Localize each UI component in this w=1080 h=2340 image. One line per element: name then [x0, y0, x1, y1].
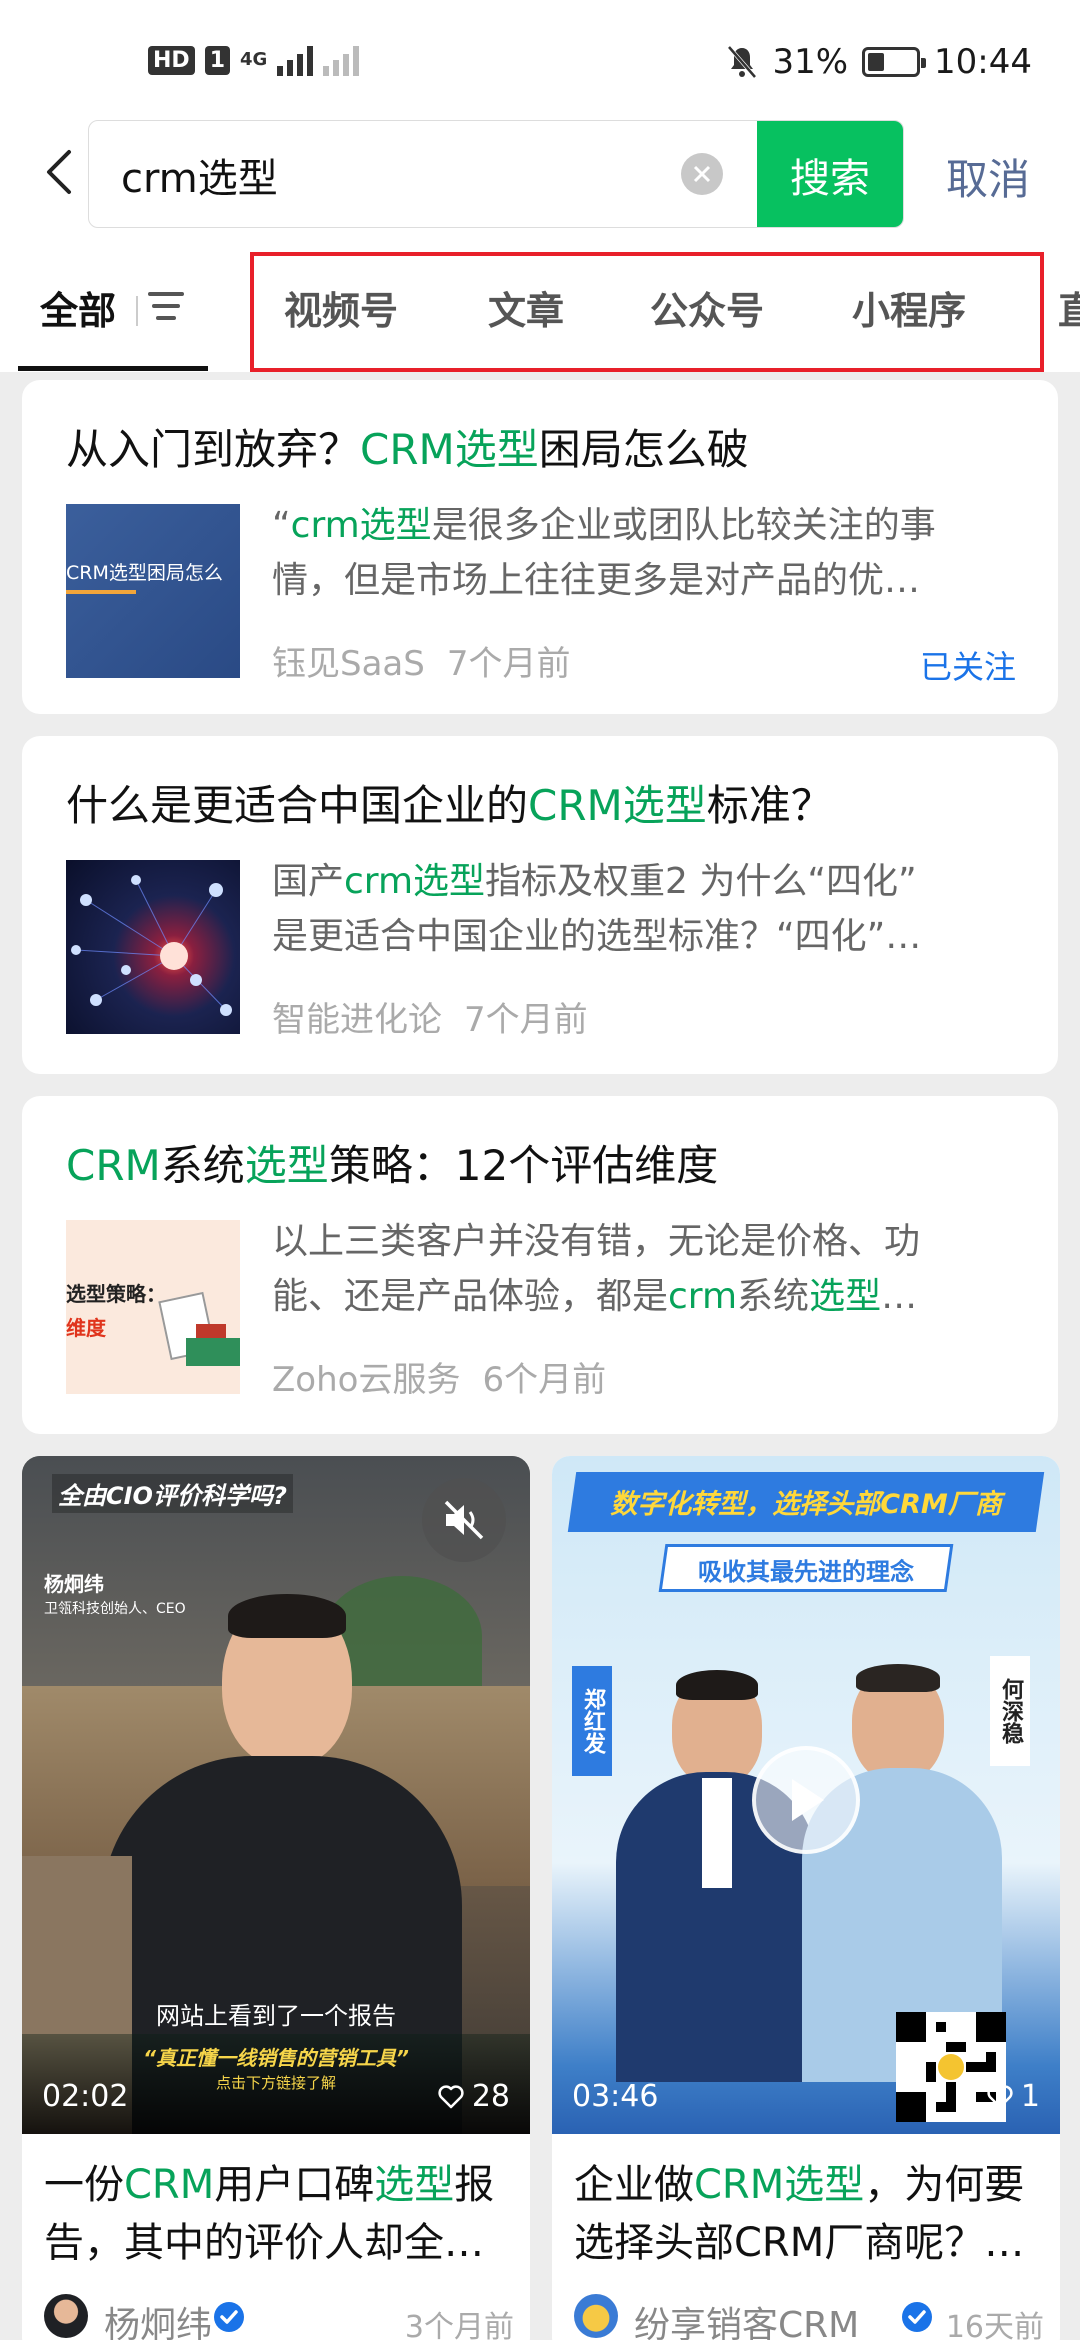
battery-percent: 31% — [772, 42, 849, 82]
cancel-button[interactable]: 取消 — [946, 146, 1030, 207]
verified-badge-icon — [214, 2302, 244, 2332]
annotation-highlight-box — [250, 252, 1044, 372]
article-thumbnail: 选型策略： 维度 — [66, 1220, 240, 1394]
filter-tabs: 全部 视频号 文章 公众号 小程序 直 — [0, 240, 1080, 372]
article-source: 钰见SaaS — [272, 644, 425, 684]
article-snippet: 以上三类客户并没有错，无论是价格、功 能、还是产品体验，都是crm系统选型… — [272, 1221, 921, 1317]
video-author[interactable]: 杨炯纬 — [104, 2296, 212, 2340]
search-box: 搜索 — [88, 120, 904, 228]
clear-search-button[interactable] — [681, 153, 723, 195]
clock: 10:44 — [934, 42, 1032, 82]
article-time: 7个月前 — [446, 644, 571, 684]
close-icon — [693, 165, 711, 183]
video-likes: 28 — [438, 2079, 510, 2114]
heart-icon — [438, 2084, 464, 2108]
article-meta: 钰见SaaS 7个月前 — [272, 636, 570, 685]
battery-icon — [862, 47, 927, 77]
hd-indicator: HD — [148, 45, 195, 75]
video-thumbnail[interactable]: 全由CIO评价科学吗? 杨炯纬 卫瓴科技创始人、CEO 网站上看到了一个报告 “… — [22, 1456, 530, 2134]
poster-title: 数字化转型，选择头部CRM厂商 — [610, 1489, 1002, 1520]
article-title: 从入门到放弃？CRM选型困局怎么破 — [66, 425, 749, 474]
article-time: 7个月前 — [464, 1000, 588, 1040]
speaker-title: 卫瓴科技创始人、CEO — [44, 1601, 186, 1617]
poster-subtitle: 吸收其最先进的理念 — [698, 1558, 914, 1586]
verified-badge-icon — [902, 2302, 932, 2332]
search-button[interactable]: 搜索 — [757, 121, 903, 227]
avatar[interactable] — [574, 2294, 618, 2338]
speaker-name: 杨炯纬 — [44, 1572, 104, 1596]
video-banner: “真正懂一线销售的营销工具” — [143, 2046, 409, 2070]
chevron-left-icon — [47, 150, 71, 194]
article-thumbnail — [66, 860, 240, 1034]
article-card[interactable]: 什么是更适合中国企业的CRM选型标准？ 国产crm选型指标及权重2 为什么“四化… — [22, 736, 1058, 1074]
tab-divider — [136, 296, 138, 326]
article-snippet: 国产crm选型指标及权重2 为什么“四化” 是更适合中国企业的选型标准？“四化”… — [272, 861, 922, 957]
video-meta: 纷享销客CRM 16天前 — [574, 2290, 1044, 2340]
signal-icon — [277, 44, 314, 76]
video-likes: 1 — [987, 2079, 1040, 2114]
article-source: Zoho云服务 — [272, 1360, 461, 1400]
back-button[interactable] — [30, 144, 86, 200]
status-right-icons: 31% 10:44 — [726, 42, 1032, 82]
video-duration: 02:02 — [42, 2079, 129, 2114]
name-tag-right: 何深稳 — [990, 1656, 1030, 1766]
status-bar: HD 1 4G 31% 10:44 — [0, 0, 1080, 120]
video-author[interactable]: 纷享销客CRM — [634, 2296, 859, 2340]
article-card[interactable]: 从入门到放弃？CRM选型困局怎么破 CRM选型困局怎么 “crm选型是很多企业或… — [22, 380, 1058, 714]
video-duration: 03:46 — [572, 2079, 659, 2114]
tab-more[interactable]: 直 — [1058, 280, 1080, 335]
article-meta: Zoho云服务 6个月前 — [272, 1352, 606, 1401]
sim-indicator: 1 — [204, 45, 230, 75]
filter-icon[interactable] — [148, 288, 192, 324]
video-title: 企业做CRM选型，为何要 选择头部CRM厂商呢？… — [574, 2162, 1025, 2266]
mute-button[interactable] — [422, 1478, 506, 1562]
article-title: 什么是更适合中国企业的CRM选型标准？ — [66, 781, 833, 830]
video-overlay-caption: 全由CIO评价科学吗? — [52, 1474, 293, 1513]
article-meta: 智能进化论 7个月前 — [272, 992, 588, 1041]
video-card[interactable]: 数字化转型，选择头部CRM厂商 吸收其最先进的理念 郑红发 何深稳 03:46 — [552, 1456, 1060, 2340]
article-source: 智能进化论 — [272, 1000, 442, 1040]
article-card[interactable]: CRM系统选型策略：12个评估维度 选型策略： 维度 以上三类客户并没有错，无论… — [22, 1096, 1058, 1434]
video-thumbnail[interactable]: 数字化转型，选择头部CRM厂商 吸收其最先进的理念 郑红发 何深稳 03:46 — [552, 1456, 1060, 2134]
article-snippet: “crm选型是很多企业或团队比较关注的事 情，但是市场上往往更多是对产品的优… — [272, 505, 936, 601]
search-input[interactable] — [121, 147, 681, 203]
video-meta: 杨炯纬 3个月前 — [44, 2290, 514, 2340]
video-time: 3个月前 — [404, 2310, 514, 2340]
play-icon — [792, 1779, 824, 1821]
heart-icon — [987, 2084, 1013, 2108]
mute-bell-icon — [727, 45, 757, 79]
active-tab-indicator — [18, 366, 208, 371]
video-subtitle: 网站上看到了一个报告 — [156, 2002, 396, 2030]
video-card[interactable]: 全由CIO评价科学吗? 杨炯纬 卫瓴科技创始人、CEO 网站上看到了一个报告 “… — [22, 1456, 530, 2340]
avatar[interactable] — [44, 2294, 88, 2338]
speaker-muted-icon — [444, 1500, 484, 1540]
play-button[interactable] — [752, 1746, 860, 1854]
status-left-icons: HD 1 4G — [148, 44, 360, 76]
video-time: 16天前 — [945, 2310, 1044, 2340]
name-tag-left: 郑红发 — [572, 1666, 612, 1776]
signal-secondary-icon — [323, 44, 360, 76]
tab-all[interactable]: 全部 — [40, 280, 116, 335]
article-title: CRM系统选型策略：12个评估维度 — [66, 1141, 719, 1190]
article-time: 6个月前 — [482, 1360, 607, 1400]
search-header: 搜索 取消 — [0, 120, 1080, 240]
video-title: 一份CRM用户口碑选型报 告，其中的评价人却全… — [44, 2162, 495, 2266]
network-type: 4G — [240, 49, 268, 70]
article-thumbnail: CRM选型困局怎么 — [66, 504, 240, 678]
followed-badge: 已关注 — [919, 648, 1016, 686]
